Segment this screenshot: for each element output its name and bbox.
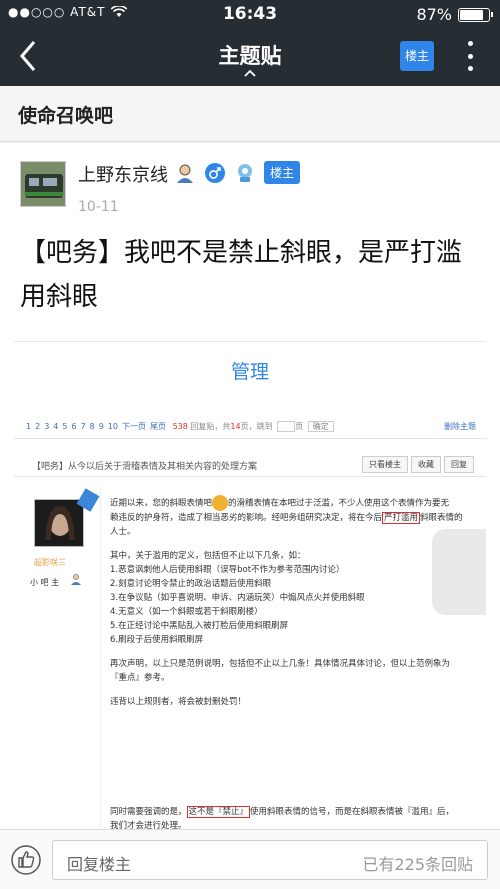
pager-page-link: 1 bbox=[26, 422, 32, 431]
reply-count: 538 bbox=[172, 422, 188, 431]
para1-b: 的滑稽表情在本吧过于泛滥，不少人使用这个表情作为要无 bbox=[228, 498, 450, 509]
forum-header[interactable]: 使命召唤吧 bbox=[0, 86, 500, 142]
para1-a: 近期以来，您的斜眼表情吧 bbox=[110, 498, 213, 509]
pager: 1 2 3 4 5 6 7 8 9 10 下一页 尾页 538 回复贴，共14页，跳到 页 确定 删除… bbox=[14, 409, 486, 439]
only-owner-button[interactable]: 楼主 bbox=[400, 41, 434, 71]
username[interactable]: 上野东京线 bbox=[78, 161, 168, 187]
avatar[interactable] bbox=[20, 161, 66, 207]
post-title: 【吧务】我吧不是禁止斜眼，是严打滥用斜眼 bbox=[20, 238, 463, 312]
pager-page-link: 3 bbox=[44, 422, 50, 431]
final-paragraph: 同时需要强调的是， 这不是『禁止』 使用斜眼表情的信号，而是在斜眼表情被『滥用』后，… bbox=[110, 805, 466, 829]
pager-page-link: 10 bbox=[107, 422, 119, 431]
pager-page-link: 4 bbox=[53, 422, 59, 431]
post-card: 上野东京线 楼主 10-11 【吧务】我吧不是禁止斜眼，是严打滥用斜眼 管理 1… bbox=[0, 143, 500, 829]
top-bar: ●●○○○ AT&T 16:43 87% 主题贴 楼主 bbox=[0, 0, 500, 86]
pager-page-link: 下一页 bbox=[122, 422, 147, 431]
status-bar: ●●○○○ AT&T 16:43 87% bbox=[0, 0, 500, 28]
highlight-box: 严打滥用 bbox=[382, 512, 421, 524]
battery-icon bbox=[458, 7, 493, 22]
chevron-up-icon[interactable] bbox=[243, 68, 257, 78]
para3: 违背以上规则者，将会被封删处罚！ bbox=[110, 697, 247, 707]
para1-e: 人士。 bbox=[110, 527, 136, 537]
last-a: 同时需要强调的是， bbox=[110, 807, 187, 817]
smirk-emoji-icon bbox=[212, 495, 229, 511]
pager-page-link: 6 bbox=[71, 422, 77, 431]
topic-bar: 【吧务】从今以后关于滑稽表情及其相关内容的处理方案 只看楼主 收藏 回复 bbox=[14, 453, 486, 477]
owner-tag: 楼主 bbox=[264, 161, 301, 184]
para1-c: 赖违反的护身符，造成了相当恶劣的影响。经吧务组研究决定，将在今后 bbox=[110, 513, 383, 523]
para2: 再次声明，以上只是范例说明，包括但不止以上几条！具体情况具体讨论，但以上范例象为… bbox=[110, 659, 451, 683]
reply-placeholder: 回复楼主 bbox=[67, 855, 132, 874]
forum-name[interactable]: 使命召唤吧 bbox=[18, 101, 113, 128]
op-name: 超影咲三 bbox=[34, 558, 66, 567]
battery-percent: 87% bbox=[416, 5, 452, 24]
last-b: 使用斜眼表情的信号，而是在斜眼表情被『滥用』后， bbox=[250, 807, 455, 817]
pager-page-link: 尾页 bbox=[150, 422, 167, 431]
member-badge-icon bbox=[238, 163, 252, 182]
reply-count: 已有225条回贴 bbox=[362, 855, 473, 874]
male-gender-icon bbox=[205, 162, 225, 183]
list-intro: 其中，关于滥用的定义，包括但不止以下几条，如： bbox=[110, 551, 306, 561]
list-item: 4.无意义（如一个斜眼或若干斜眼刷楼） bbox=[110, 607, 263, 617]
reply-label: 回复贴，共 bbox=[190, 422, 231, 431]
para1-d: 斜眼表情的 bbox=[420, 513, 463, 523]
list-item: 3.在争议贴（如乎喜说明、申诉、内涵玩笑）中煽风点火并使用斜眼 bbox=[110, 593, 365, 603]
reply-input[interactable]: 回复楼主 已有225条回贴 bbox=[52, 840, 488, 880]
topic-title: 【吧务】从今以后关于滑稽表情及其相关内容的处理方案 bbox=[32, 462, 258, 472]
highlight-box: 这不是『禁止』 bbox=[186, 806, 251, 818]
page-unit: 页 bbox=[295, 422, 304, 431]
pager-page-link: 2 bbox=[35, 422, 41, 431]
post-date: 10-11 bbox=[78, 199, 119, 215]
more-vertical-icon[interactable] bbox=[466, 41, 474, 71]
manage-link[interactable]: 管理 bbox=[0, 357, 500, 384]
only-owner-label: 只看楼主 bbox=[362, 456, 408, 473]
op-avatar bbox=[34, 499, 84, 547]
list-item: 2.刻意讨论明令禁止的政治话题后使用斜眼 bbox=[110, 579, 272, 589]
pager-page-link: 7 bbox=[80, 422, 86, 431]
reply-label-button: 回复 bbox=[444, 456, 474, 473]
user-level-icon bbox=[177, 164, 193, 183]
list-item: 6.刷段子后使用斜眼刷屏 bbox=[110, 635, 204, 645]
page-label: 页，跳到 bbox=[240, 422, 273, 431]
confirm-label: 确定 bbox=[307, 421, 334, 432]
last-c: 我们才会进行处理。 bbox=[110, 821, 187, 829]
op-role: 小 吧 主 bbox=[30, 578, 60, 587]
pager-page-link: 9 bbox=[98, 422, 104, 431]
user-icon bbox=[71, 574, 81, 585]
list-item: 5.在正经讨论中黑贴乱入被打脸后使用斜眼刷屏 bbox=[110, 621, 289, 631]
column-divider bbox=[100, 487, 101, 829]
pager-page-link: 5 bbox=[62, 422, 68, 431]
page-count: 14 bbox=[230, 422, 241, 431]
divider bbox=[14, 341, 486, 342]
overlay-block bbox=[432, 529, 486, 615]
user-badges: 楼主 bbox=[174, 161, 301, 184]
post-image[interactable]: 1 2 3 4 5 6 7 8 9 10 下一页 尾页 538 回复贴，共14页，跳到 页 确定 删除… bbox=[14, 409, 486, 829]
delete-topic-label: 删除主题 bbox=[444, 422, 476, 431]
thumbs-up-icon[interactable] bbox=[10, 844, 42, 876]
op-body: 近期以来，您的斜眼表情吧 的滑稽表情在本吧过于泛滥，不少人使用这个表情作为要无 赖… bbox=[110, 495, 466, 829]
favorite-label: 收藏 bbox=[411, 456, 441, 473]
pager-page-link: 8 bbox=[89, 422, 95, 431]
list-item: 1.恶意讽刺他人后使用斜眼（误导bot不作为参考范围内讨论） bbox=[110, 565, 345, 575]
reply-bar: 回复楼主 已有225条回贴 bbox=[0, 829, 500, 889]
